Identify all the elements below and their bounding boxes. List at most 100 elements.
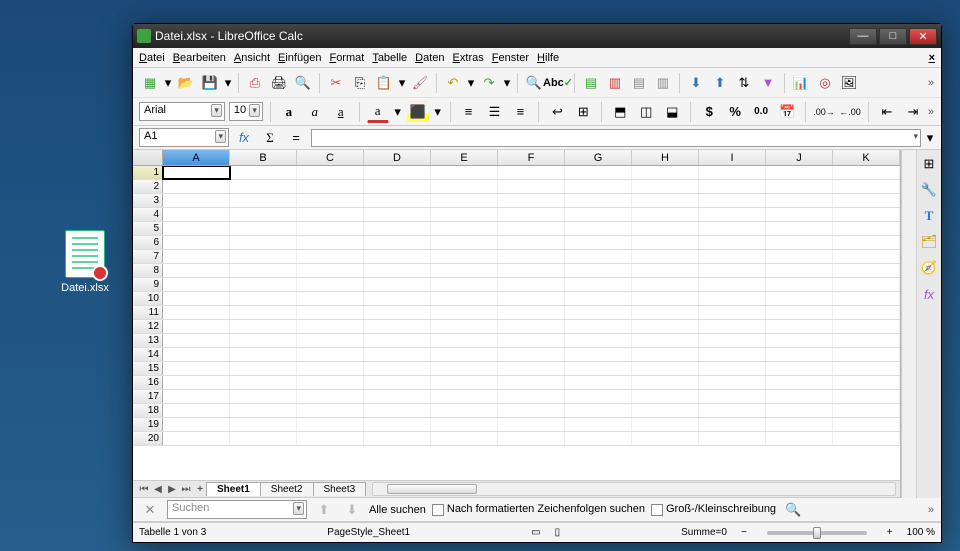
cell-J15[interactable] [766, 362, 833, 375]
close-document-button[interactable]: × [929, 52, 935, 64]
cell-C9[interactable] [297, 278, 364, 291]
cell-D9[interactable] [364, 278, 431, 291]
cell-C3[interactable] [297, 194, 364, 207]
cell-E1[interactable] [431, 166, 498, 179]
status-pagestyle[interactable]: PageStyle_Sheet1 [327, 527, 410, 538]
cell-F18[interactable] [498, 404, 565, 417]
sidebar-toggle-icon[interactable]: ⊞ [919, 154, 939, 174]
cell-D11[interactable] [364, 306, 431, 319]
cell-K18[interactable] [833, 404, 900, 417]
cell-C19[interactable] [297, 418, 364, 431]
cell-K15[interactable] [833, 362, 900, 375]
indent-inc-icon[interactable]: ⇥ [902, 101, 924, 123]
cell-A5[interactable] [163, 222, 230, 235]
cell-C7[interactable] [297, 250, 364, 263]
cell-C4[interactable] [297, 208, 364, 221]
cell-I1[interactable] [699, 166, 766, 179]
cell-F2[interactable] [498, 180, 565, 193]
select-all-corner[interactable] [133, 150, 163, 165]
row-header-15[interactable]: 15 [133, 362, 163, 375]
col-header-E[interactable]: E [431, 150, 498, 165]
cell-E6[interactable] [431, 236, 498, 249]
cell-E14[interactable] [431, 348, 498, 361]
cell-J17[interactable] [766, 390, 833, 403]
cell-I15[interactable] [699, 362, 766, 375]
cell-K4[interactable] [833, 208, 900, 221]
cell-G13[interactable] [565, 334, 632, 347]
find-icon[interactable]: 🔍 [523, 72, 545, 94]
cell-G17[interactable] [565, 390, 632, 403]
cell-J12[interactable] [766, 320, 833, 333]
minimize-button[interactable]: — [849, 28, 877, 45]
titlebar[interactable]: Datei.xlsx - LibreOffice Calc — □ ✕ [133, 24, 941, 48]
cell-A2[interactable] [163, 180, 230, 193]
cell-J20[interactable] [766, 432, 833, 445]
sheet-tab-Sheet3[interactable]: Sheet3 [313, 482, 367, 496]
currency-icon[interactable]: $ [698, 101, 720, 123]
cell-D16[interactable] [364, 376, 431, 389]
cell-F20[interactable] [498, 432, 565, 445]
date-icon[interactable]: 📅 [776, 101, 798, 123]
cell-I9[interactable] [699, 278, 766, 291]
cell-A12[interactable] [163, 320, 230, 333]
maximize-button[interactable]: □ [879, 28, 907, 45]
col-header-A[interactable]: A [163, 150, 230, 165]
pdf-icon[interactable]: ⎙ [244, 72, 266, 94]
menu-file[interactable]: Datei [139, 52, 165, 64]
cell-E20[interactable] [431, 432, 498, 445]
cell-H5[interactable] [632, 222, 699, 235]
col-header-K[interactable]: K [833, 150, 900, 165]
tab-next-icon[interactable]: ▶ [165, 484, 179, 495]
cell-A8[interactable] [163, 264, 230, 277]
functions-icon[interactable]: fx [919, 284, 939, 304]
cell-F12[interactable] [498, 320, 565, 333]
underline-icon[interactable]: a [330, 101, 352, 123]
cell-J7[interactable] [766, 250, 833, 263]
cell-C1[interactable] [297, 166, 364, 179]
cell-B15[interactable] [230, 362, 297, 375]
chart-icon[interactable]: 📊 [790, 72, 812, 94]
vertical-scrollbar[interactable] [901, 150, 916, 498]
cell-C20[interactable] [297, 432, 364, 445]
cell-K12[interactable] [833, 320, 900, 333]
cell-I17[interactable] [699, 390, 766, 403]
cell-B11[interactable] [230, 306, 297, 319]
cell-K8[interactable] [833, 264, 900, 277]
row-header-3[interactable]: 3 [133, 194, 163, 207]
new-icon[interactable]: ▦ [139, 72, 161, 94]
row-header-4[interactable]: 4 [133, 208, 163, 221]
cell-K17[interactable] [833, 390, 900, 403]
cell-E9[interactable] [431, 278, 498, 291]
row-header-2[interactable]: 2 [133, 180, 163, 193]
cell-I10[interactable] [699, 292, 766, 305]
cell-G2[interactable] [565, 180, 632, 193]
tab-last-icon[interactable]: ⏭ [179, 484, 193, 495]
cell-B14[interactable] [230, 348, 297, 361]
cell-I16[interactable] [699, 376, 766, 389]
cell-I7[interactable] [699, 250, 766, 263]
cell-G19[interactable] [565, 418, 632, 431]
cell-H20[interactable] [632, 432, 699, 445]
cell-A20[interactable] [163, 432, 230, 445]
toolbar-overflow[interactable]: » [928, 77, 935, 89]
cell-D4[interactable] [364, 208, 431, 221]
cell-F15[interactable] [498, 362, 565, 375]
preview-icon[interactable]: 🔍 [292, 72, 314, 94]
cell-K11[interactable] [833, 306, 900, 319]
valign-bottom-icon[interactable]: ⬓ [661, 101, 683, 123]
open-icon[interactable]: 📂 [175, 72, 197, 94]
cell-I2[interactable] [699, 180, 766, 193]
cell-K13[interactable] [833, 334, 900, 347]
cell-K9[interactable] [833, 278, 900, 291]
cell-E18[interactable] [431, 404, 498, 417]
cell-B8[interactable] [230, 264, 297, 277]
sort-asc-icon[interactable]: ⬇ [685, 72, 707, 94]
menu-data[interactable]: Daten [415, 52, 444, 64]
cell-D2[interactable] [364, 180, 431, 193]
cell-K3[interactable] [833, 194, 900, 207]
spreadsheet-grid[interactable]: ABCDEFGHIJK 1234567891011121314151617181… [133, 150, 901, 498]
cell-D18[interactable] [364, 404, 431, 417]
cell-D13[interactable] [364, 334, 431, 347]
cell-E11[interactable] [431, 306, 498, 319]
gallery-icon[interactable]: 🗂 [919, 232, 939, 252]
